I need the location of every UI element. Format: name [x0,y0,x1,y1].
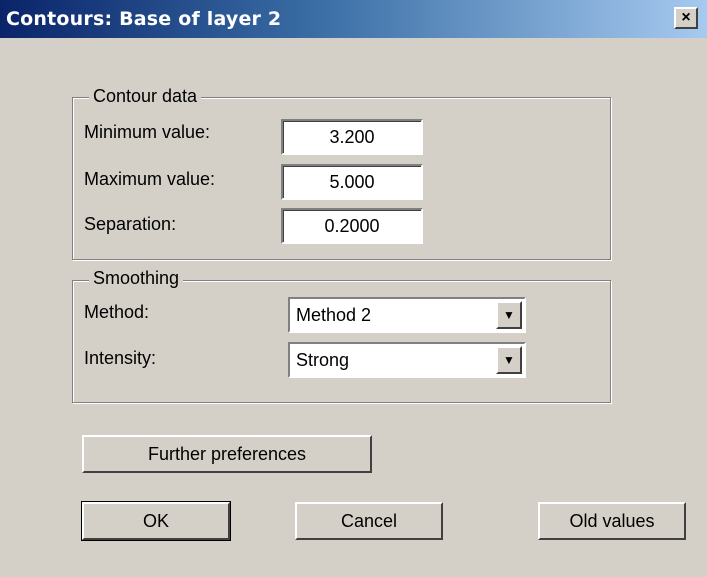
separation-field[interactable]: 0.2000 [281,208,423,244]
title-bar[interactable]: Contours: Base of layer 2 × [0,0,707,38]
separation-label: Separation: [84,214,177,234]
method-label: Method: [84,302,150,322]
method-dropdown[interactable]: Method 2 ▼ [288,297,526,333]
chevron-down-icon[interactable]: ▼ [496,346,522,374]
smoothing-legend: Smoothing [89,268,184,289]
further-preferences-button[interactable]: Further preferences [82,435,372,473]
ok-button[interactable]: OK [81,501,231,541]
old-values-button[interactable]: Old values [538,502,686,540]
close-icon: × [681,9,691,26]
maximum-value-label: Maximum value: [84,169,216,189]
method-selected-value: Method 2 [296,305,372,325]
minimum-value-label: Minimum value: [84,122,211,142]
contour-data-legend: Contour data [89,86,202,107]
dialog-window: Contours: Base of layer 2 × Contour data… [0,0,707,577]
intensity-label: Intensity: [84,348,157,368]
maximum-value-field[interactable]: 5.000 [281,164,423,200]
window-title: Contours: Base of layer 2 [6,8,282,30]
intensity-selected-value: Strong [296,350,350,370]
cancel-button[interactable]: Cancel [295,502,443,540]
close-button[interactable]: × [674,7,698,29]
minimum-value-field[interactable]: 3.200 [281,119,423,155]
intensity-dropdown[interactable]: Strong ▼ [288,342,526,378]
chevron-down-icon[interactable]: ▼ [496,301,522,329]
